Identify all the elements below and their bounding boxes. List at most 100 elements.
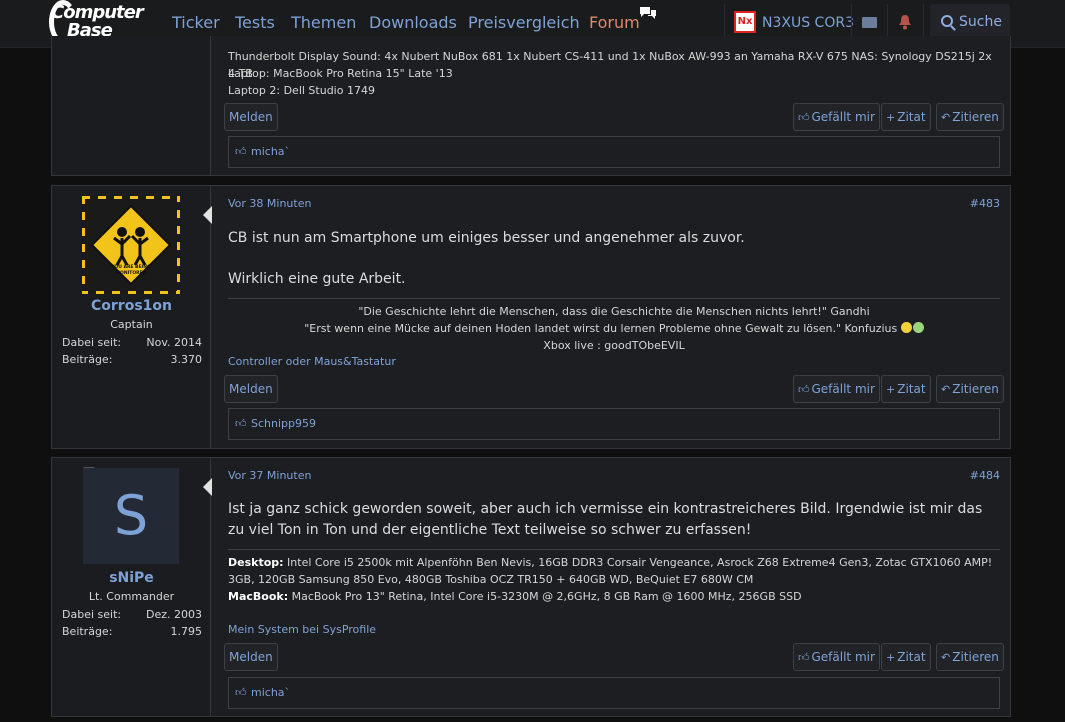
signature-macbook: MacBook: MacBook Pro 13" Retina, Intel C… — [228, 588, 1000, 605]
avatar-letter: S — [113, 484, 149, 547]
posts-label: Beiträge: — [62, 625, 113, 638]
like-label: Gefällt mir — [811, 382, 875, 396]
thumbs-up-icon: 👍︎ — [798, 111, 810, 124]
like-button[interactable]: 👍︎ Gefällt mir — [793, 375, 880, 403]
nav-themen[interactable]: Themen — [291, 13, 356, 32]
signature-desktop: Desktop: Intel Core i5 2500k mit Alpenfö… — [228, 554, 1000, 588]
reply-label: Zitieren — [952, 382, 999, 396]
thumbs-up-icon: 👍︎ — [798, 383, 810, 396]
like-label: Gefällt mir — [811, 110, 875, 124]
author-name[interactable]: Corros1on — [52, 298, 211, 314]
system-link[interactable]: Mein System bei SysProfile — [228, 623, 376, 636]
like-label: Gefällt mir — [811, 650, 875, 664]
likes-box: 👍︎ micha` — [228, 677, 1000, 709]
thumbs-up-icon: 👍︎ — [798, 651, 810, 664]
author-rank: Lt. Commander — [88, 590, 175, 603]
chat-bubbles-icon — [640, 7, 656, 19]
svg-text:MONITORED: MONITORED — [116, 270, 147, 276]
reply-label: Zitieren — [952, 110, 999, 124]
signature-line: Laptop: MacBook Pro Retina 15" Late '13 — [228, 67, 453, 80]
post-body: Ist ja ganz schick geworden soweit, aber… — [228, 501, 983, 538]
post-483: YOU ARE BEING MONITORED Corros1on Captai… — [51, 185, 1011, 449]
reply-button[interactable]: ↶ Zitieren — [936, 643, 1004, 671]
post-time[interactable]: Vor 37 Minuten — [228, 469, 311, 482]
signature-line: Xbox live : goodTObeEVIL — [543, 339, 685, 352]
reply-button[interactable]: ↶ Zitieren — [936, 375, 1004, 403]
joined-stat: Dabei seit: Nov. 2014 — [62, 336, 202, 349]
plus-icon: + — [886, 111, 896, 124]
quote-label: Zitat — [897, 382, 926, 396]
joined-value: Dez. 2003 — [146, 608, 202, 621]
report-button[interactable]: Melden — [224, 375, 278, 403]
nav-preisvergleich[interactable]: Preisvergleich — [468, 13, 580, 32]
liked-by-user[interactable]: micha` — [251, 145, 290, 158]
thumbs-up-icon: 👍︎ — [235, 417, 247, 430]
report-button[interactable]: Melden — [224, 103, 278, 131]
joined-stat: Dabei seit: Dez. 2003 — [62, 608, 202, 621]
user-name[interactable]: N3XUS COR3 — [762, 15, 854, 31]
quote-button[interactable]: + Zitat — [881, 643, 931, 671]
report-button[interactable]: Melden — [224, 643, 278, 671]
mail-icon[interactable] — [862, 17, 877, 28]
user-avatar[interactable]: Nx — [734, 11, 756, 33]
post-number[interactable]: #483 — [970, 197, 1000, 210]
author-avatar[interactable]: S — [83, 468, 179, 564]
nav-downloads[interactable]: Downloads — [369, 13, 457, 32]
nav-ticker[interactable]: Ticker — [172, 13, 220, 32]
signature-divider — [228, 298, 1000, 299]
signature-divider — [228, 549, 1000, 550]
nav-tests[interactable]: Tests — [235, 13, 275, 32]
author-avatar[interactable]: YOU ARE BEING MONITORED — [82, 196, 180, 294]
joined-value: Nov. 2014 — [146, 336, 202, 349]
reply-arrow-icon: ↶ — [941, 383, 951, 396]
post-body: CB ist nun am Smartphone um einiges bess… — [228, 230, 745, 246]
signature-desktop-text: Intel Core i5 2500k mit Alpenföhn Ben Ne… — [228, 556, 993, 586]
author-rank: Captain — [110, 318, 153, 331]
post-time[interactable]: Vor 38 Minuten — [228, 197, 311, 210]
post-author-sidebar: YOU ARE BEING MONITORED Corros1on Captai… — [52, 186, 211, 448]
reply-label: Zitieren — [952, 650, 999, 664]
bell-icon[interactable] — [898, 14, 912, 30]
nav-forum[interactable]: Forum — [589, 13, 640, 32]
signature-desktop-label: Desktop: — [228, 556, 284, 569]
posts-label: Beiträge: — [62, 353, 113, 366]
joined-label: Dabei seit: — [62, 336, 122, 349]
quote-label: Zitat — [897, 110, 926, 124]
liked-by-user[interactable]: micha` — [251, 686, 290, 699]
reply-arrow-icon: ↶ — [941, 111, 951, 124]
signature-line: Laptop 2: Dell Studio 1749 — [228, 84, 375, 97]
svg-text:YOU ARE BEING: YOU ARE BEING — [110, 264, 151, 270]
liked-by-user[interactable]: Schnipp959 — [251, 417, 316, 430]
signature-macbook-text: MacBook Pro 13" Retina, Intel Core i5-32… — [291, 590, 802, 603]
report-label: Melden — [229, 110, 273, 124]
system-link[interactable]: Controller oder Maus&Tastatur — [228, 355, 396, 368]
thumbs-up-icon: 👍︎ — [235, 145, 247, 158]
search-button[interactable]: Suche — [930, 4, 1010, 40]
like-button[interactable]: 👍︎ Gefällt mir — [793, 643, 880, 671]
grin-emoji-icon — [900, 322, 912, 333]
plus-icon: + — [886, 651, 896, 664]
reply-button[interactable]: ↶ Zitieren — [936, 103, 1004, 131]
quote-button[interactable]: + Zitat — [881, 103, 931, 131]
plus-icon: + — [886, 383, 896, 396]
post-previous: Thunderbolt Display Sound: 4x Nubert NuB… — [51, 36, 1011, 176]
posts-value: 1.795 — [170, 625, 203, 638]
like-button[interactable]: 👍︎ Gefällt mir — [793, 103, 880, 131]
joined-label: Dabei seit: — [62, 608, 122, 621]
quote-label: Zitat — [897, 650, 926, 664]
post-content: Vor 37 Minuten #484 Ist ja ganz schick g… — [212, 458, 1010, 716]
quote-button[interactable]: + Zitat — [881, 375, 931, 403]
search-icon — [941, 15, 953, 27]
report-label: Melden — [229, 382, 273, 396]
post-body: Wirklich eine gute Arbeit. — [228, 271, 406, 287]
post-content: Thunderbolt Display Sound: 4x Nubert NuB… — [212, 36, 1010, 175]
signature-line: "Die Geschichte lehrt die Menschen, dass… — [358, 305, 870, 318]
post-author-sidebar — [52, 36, 211, 175]
signature-macbook-label: MacBook: — [228, 590, 289, 603]
author-name[interactable]: sNiPe — [52, 570, 211, 586]
post-pointer-arrow — [203, 206, 212, 224]
likes-box: 👍︎ Schnipp959 — [228, 408, 1000, 440]
post-number[interactable]: #484 — [970, 469, 1000, 482]
post-content: Vor 38 Minuten #483 CB ist nun am Smartp… — [212, 186, 1010, 448]
signature-line: "Erst wenn eine Mücke auf deinen Hoden l… — [228, 320, 1000, 337]
